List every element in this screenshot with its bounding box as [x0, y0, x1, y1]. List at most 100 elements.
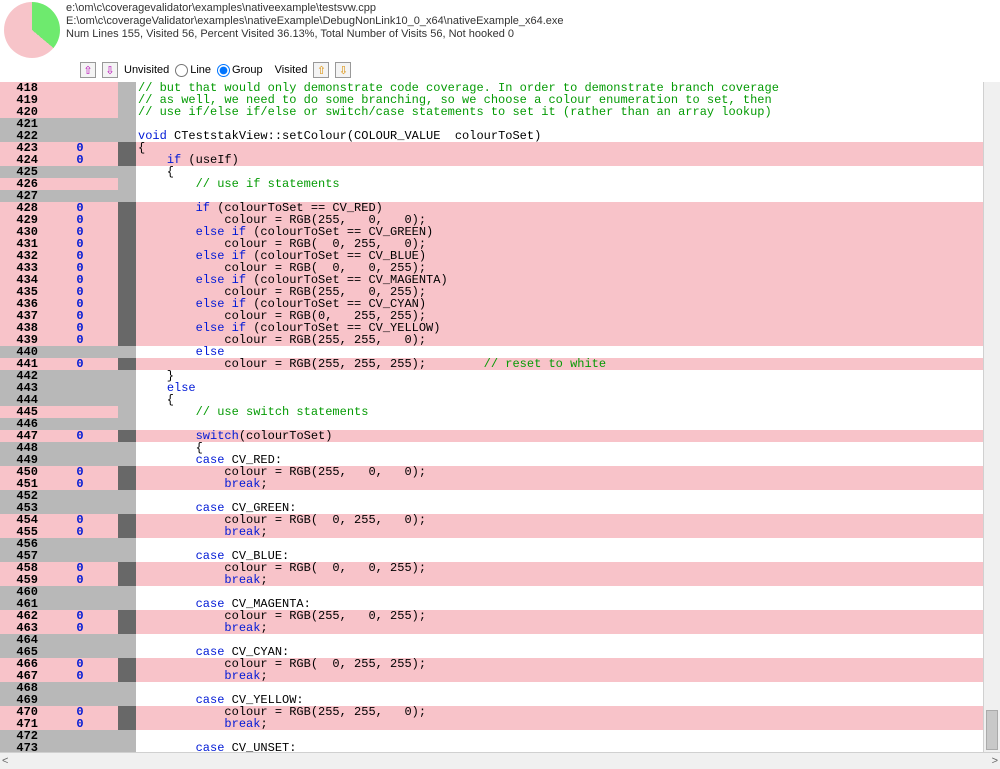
prev-visited-icon[interactable]: ⇧ — [313, 62, 329, 78]
visit-count: 0 — [42, 718, 118, 730]
marker — [118, 106, 136, 118]
marker — [118, 226, 136, 238]
marker — [118, 346, 136, 358]
marker — [118, 742, 136, 752]
marker — [118, 646, 136, 658]
code-line[interactable]: break; — [136, 670, 984, 682]
visit-count: 0 — [42, 526, 118, 538]
horizontal-scrollbar[interactable]: < > — [0, 752, 1000, 769]
visit-count — [42, 538, 118, 550]
gutter-visit-counts: 00000000000000000000000000000 — [42, 82, 118, 752]
visit-count — [42, 118, 118, 130]
code-line[interactable]: break; — [136, 526, 984, 538]
code-line[interactable]: colour = RGB(255, 255, 255); // reset to… — [136, 358, 984, 370]
stats-line: Num Lines 155, Visited 56, Percent Visit… — [66, 28, 564, 40]
exe-path: E:\om\c\coverageValidator\examples\nativ… — [66, 15, 564, 27]
marker — [118, 178, 136, 190]
marker — [118, 202, 136, 214]
source-path: e:\om\c\coveragevalidator\examples\nativ… — [66, 2, 564, 14]
gutter-markers — [118, 82, 136, 752]
next-visited-icon[interactable]: ⇩ — [335, 62, 351, 78]
code-viewer[interactable]: 4184194204214224234244254264274284294304… — [0, 82, 1000, 752]
visit-count — [42, 166, 118, 178]
marker — [118, 262, 136, 274]
marker — [118, 550, 136, 562]
marker — [118, 622, 136, 634]
marker — [118, 694, 136, 706]
visit-count — [42, 490, 118, 502]
scroll-left-icon[interactable]: < — [2, 755, 8, 767]
marker — [118, 454, 136, 466]
visit-count — [42, 178, 118, 190]
visit-count: 0 — [42, 358, 118, 370]
code-line[interactable]: case CV_UNSET: — [136, 742, 984, 752]
marker — [118, 190, 136, 202]
visit-count — [42, 370, 118, 382]
marker — [118, 502, 136, 514]
code-line[interactable]: } — [136, 370, 984, 382]
vertical-scrollbar[interactable] — [983, 82, 1000, 752]
visit-count — [42, 742, 118, 752]
marker — [118, 394, 136, 406]
visit-count — [42, 682, 118, 694]
visit-count — [42, 442, 118, 454]
code-line[interactable]: // use if statements — [136, 178, 984, 190]
marker — [118, 730, 136, 742]
marker — [118, 718, 136, 730]
marker — [118, 670, 136, 682]
marker — [118, 574, 136, 586]
code-line[interactable]: break; — [136, 718, 984, 730]
marker — [118, 478, 136, 490]
visit-count: 0 — [42, 154, 118, 166]
visited-label: Visited — [275, 64, 308, 76]
visit-count — [42, 634, 118, 646]
marker — [118, 250, 136, 262]
code-line[interactable]: void CTeststakView::setColour(COLOUR_VAL… — [136, 130, 984, 142]
radio-group[interactable]: Group — [217, 64, 263, 77]
code-line[interactable]: switch(colourToSet) — [136, 430, 984, 442]
visit-count — [42, 730, 118, 742]
code-line[interactable]: // use switch statements — [136, 406, 984, 418]
scroll-right-icon[interactable]: > — [992, 755, 998, 767]
visit-count — [42, 82, 118, 94]
marker — [118, 442, 136, 454]
code-line[interactable]: // use if/else if/else or switch/case st… — [136, 106, 984, 118]
code-line[interactable]: else — [136, 382, 984, 394]
radio-line[interactable]: Line — [175, 64, 211, 77]
marker — [118, 286, 136, 298]
code-line[interactable]: colour = RGB(255, 255, 0); — [136, 334, 984, 346]
marker — [118, 118, 136, 130]
visit-count — [42, 394, 118, 406]
visit-count — [42, 382, 118, 394]
code-line[interactable]: if (useIf) — [136, 154, 984, 166]
marker — [118, 658, 136, 670]
marker — [118, 682, 136, 694]
marker — [118, 310, 136, 322]
marker — [118, 526, 136, 538]
marker — [118, 334, 136, 346]
code-line[interactable]: break; — [136, 478, 984, 490]
marker — [118, 154, 136, 166]
marker — [118, 130, 136, 142]
prev-unvisited-icon[interactable]: ⇧ — [80, 62, 96, 78]
code-line[interactable]: break; — [136, 622, 984, 634]
marker — [118, 298, 136, 310]
visit-count — [42, 586, 118, 598]
visit-count — [42, 106, 118, 118]
visit-count: 0 — [42, 622, 118, 634]
visit-count — [42, 406, 118, 418]
visit-count: 0 — [42, 574, 118, 586]
marker — [118, 514, 136, 526]
line-number: 473 — [0, 742, 42, 752]
marker — [118, 610, 136, 622]
next-unvisited-icon[interactable]: ⇩ — [102, 62, 118, 78]
visit-count — [42, 94, 118, 106]
marker — [118, 382, 136, 394]
code-line[interactable]: break; — [136, 574, 984, 586]
marker — [118, 598, 136, 610]
visit-count: 0 — [42, 430, 118, 442]
code-line[interactable]: { — [136, 142, 984, 154]
code-column[interactable]: // but that would only demonstrate code … — [136, 82, 984, 752]
marker — [118, 82, 136, 94]
marker — [118, 370, 136, 382]
